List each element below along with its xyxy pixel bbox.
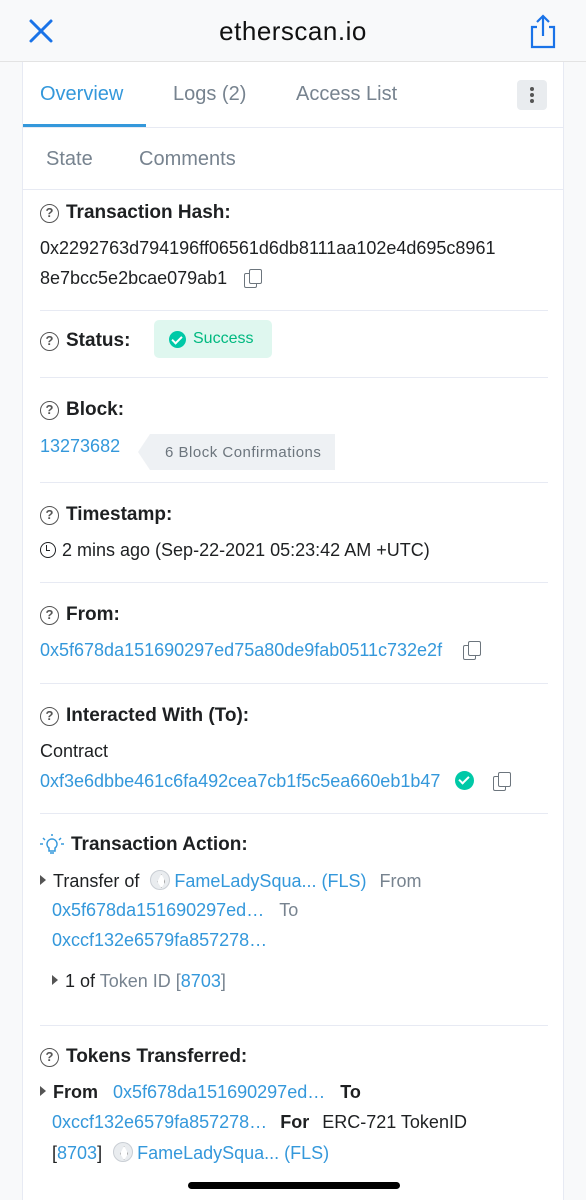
interacted-label-text: Interacted With (To): — [66, 705, 250, 726]
tokens-token-link[interactable]: FameLadySqua... (FLS) — [137, 1143, 329, 1163]
from-label: ? From: — [40, 604, 120, 626]
help-icon[interactable]: ? — [40, 1047, 59, 1067]
transfer-of-text: Transfer of — [53, 871, 140, 891]
site-title: etherscan.io — [219, 16, 367, 46]
dot-icon — [530, 99, 534, 103]
help-icon[interactable]: ? — [40, 203, 59, 223]
interacted-label: ? Interacted With (To): — [40, 705, 249, 727]
transaction-card: Overview Logs (2) Access List State Comm… — [22, 62, 564, 1200]
caret-right-icon[interactable] — [40, 1086, 46, 1096]
tokens-to-address-link[interactable]: 0xccf132e6579fa857278… — [52, 1112, 267, 1132]
tokens-label: ? Tokens Transferred: — [40, 1046, 247, 1068]
home-indicator — [188, 1182, 400, 1189]
tab-state[interactable]: State — [46, 148, 93, 171]
tokens-to-word: To — [340, 1082, 361, 1102]
tokens-line2: 0xccf132e6579fa857278… For ERC-721 Token… — [52, 1112, 467, 1133]
more-options-button[interactable] — [517, 80, 547, 110]
action-line1: Transfer of FameLadySqua... (FLS) From — [40, 870, 422, 892]
tab-access-list[interactable]: Access List — [296, 83, 397, 106]
timestamp-label-text: Timestamp: — [66, 504, 173, 525]
block-number-link[interactable]: 13273682 — [40, 436, 120, 457]
action-to-address-link[interactable]: 0xccf132e6579fa857278… — [52, 930, 267, 950]
confirmations-badge: 6 Block Confirmations — [138, 434, 336, 470]
block-label: ? Block: — [40, 399, 124, 421]
caret-right-icon[interactable] — [40, 875, 46, 885]
token-logo-icon — [150, 870, 171, 890]
timestamp-label: ? Timestamp: — [40, 504, 172, 526]
erc-standard-text: ERC-721 TokenID — [322, 1112, 467, 1132]
lightbulb-icon — [40, 834, 64, 854]
dot-icon — [530, 87, 534, 91]
tx-hash-line2: 8e7bcc5e2bcae079ab1 — [40, 268, 228, 288]
help-icon[interactable]: ? — [40, 331, 59, 351]
to-word: To — [279, 900, 299, 920]
contract-row: 0xf3e6dbbe461c6fa492cea7cb1f5c5ea660eb1b… — [40, 771, 512, 792]
from-row: 0x5f678da151690297ed75a80de9fab0511c732e… — [40, 640, 482, 661]
copy-icon[interactable] — [463, 641, 482, 661]
action-label-text: Transaction Action: — [71, 834, 248, 855]
bracket-close: ] — [97, 1143, 103, 1163]
tokens-label-text: Tokens Transferred: — [66, 1046, 248, 1067]
tx-hash-label-text: Transaction Hash: — [66, 202, 231, 223]
timestamp-value: 2 mins ago (Sep-22-2021 05:23:42 AM +UTC… — [62, 540, 430, 560]
token-id-link[interactable]: 8703 — [181, 971, 221, 991]
token-logo-icon — [113, 1142, 134, 1162]
divider — [40, 683, 548, 684]
tab-bar: Overview Logs (2) Access List — [23, 62, 563, 128]
dot-icon — [530, 93, 534, 97]
tx-hash-line2-row: 8e7bcc5e2bcae079ab1 — [40, 268, 263, 289]
status-label-text: Status: — [66, 330, 131, 351]
action-from-address-link[interactable]: 0x5f678da151690297ed… — [52, 900, 264, 920]
tab-logs[interactable]: Logs (2) — [173, 83, 246, 106]
clock-icon — [40, 542, 56, 558]
tokens-from-word: From — [53, 1082, 98, 1102]
check-circle-icon — [169, 330, 186, 348]
tx-hash-line1: 0x2292763d794196ff06561d6db8111aa102e4d6… — [40, 238, 496, 258]
copy-icon[interactable] — [244, 269, 263, 289]
status-value: Success — [193, 330, 254, 347]
status-badge: Success — [154, 320, 272, 358]
token-id-label: Token ID — [99, 971, 171, 991]
action-label: Transaction Action: — [40, 833, 248, 857]
help-icon[interactable]: ? — [40, 400, 59, 420]
top-bar: etherscan.io — [0, 0, 586, 62]
timestamp-row: 2 mins ago (Sep-22-2021 05:23:42 AM +UTC… — [40, 540, 430, 561]
action-line2: 0x5f678da151690297ed… To — [52, 900, 298, 921]
divider — [40, 813, 548, 814]
contract-type: Contract — [40, 741, 109, 761]
tokens-line1: From 0x5f678da151690297ed… To — [40, 1082, 361, 1103]
from-address-link[interactable]: 0x5f678da151690297ed75a80de9fab0511c732e… — [40, 640, 442, 660]
from-label-text: From: — [66, 604, 120, 625]
active-tab-indicator — [23, 124, 146, 127]
token-link[interactable]: FameLadySqua... (FLS) — [174, 871, 366, 891]
help-icon[interactable]: ? — [40, 605, 59, 625]
action-token-row: 1 of Token ID [8703] — [52, 971, 226, 992]
caret-right-icon[interactable] — [52, 975, 58, 985]
block-label-text: Block: — [66, 399, 125, 420]
help-icon[interactable]: ? — [40, 706, 59, 726]
copy-icon[interactable] — [493, 772, 512, 792]
contract-address-link[interactable]: 0xf3e6dbbe461c6fa492cea7cb1f5c5ea660eb1b… — [40, 771, 440, 791]
help-icon[interactable]: ? — [40, 505, 59, 525]
tab-comments[interactable]: Comments — [139, 148, 236, 171]
divider — [40, 482, 548, 483]
tokens-token-id-link[interactable]: 8703 — [57, 1143, 97, 1163]
tx-hash-label: ? Transaction Hash: — [40, 202, 231, 224]
status-label: ? Status: — [40, 330, 130, 352]
divider — [40, 377, 548, 378]
verified-icon — [455, 771, 475, 790]
tab-bar-secondary: State Comments — [23, 128, 563, 190]
divider — [40, 1025, 548, 1026]
tokens-for-word: For — [280, 1112, 310, 1132]
divider — [40, 582, 548, 583]
count-text: 1 of — [65, 971, 96, 991]
action-line3: 0xccf132e6579fa857278… — [52, 930, 267, 951]
tokens-line3: [8703] FameLadySqua... (FLS) — [52, 1142, 329, 1164]
divider — [40, 310, 548, 311]
tokens-from-address-link[interactable]: 0x5f678da151690297ed… — [113, 1082, 325, 1102]
from-word: From — [379, 871, 422, 891]
bracket-close: ] — [220, 971, 226, 991]
tab-overview[interactable]: Overview — [40, 83, 123, 106]
share-icon[interactable] — [528, 14, 558, 50]
